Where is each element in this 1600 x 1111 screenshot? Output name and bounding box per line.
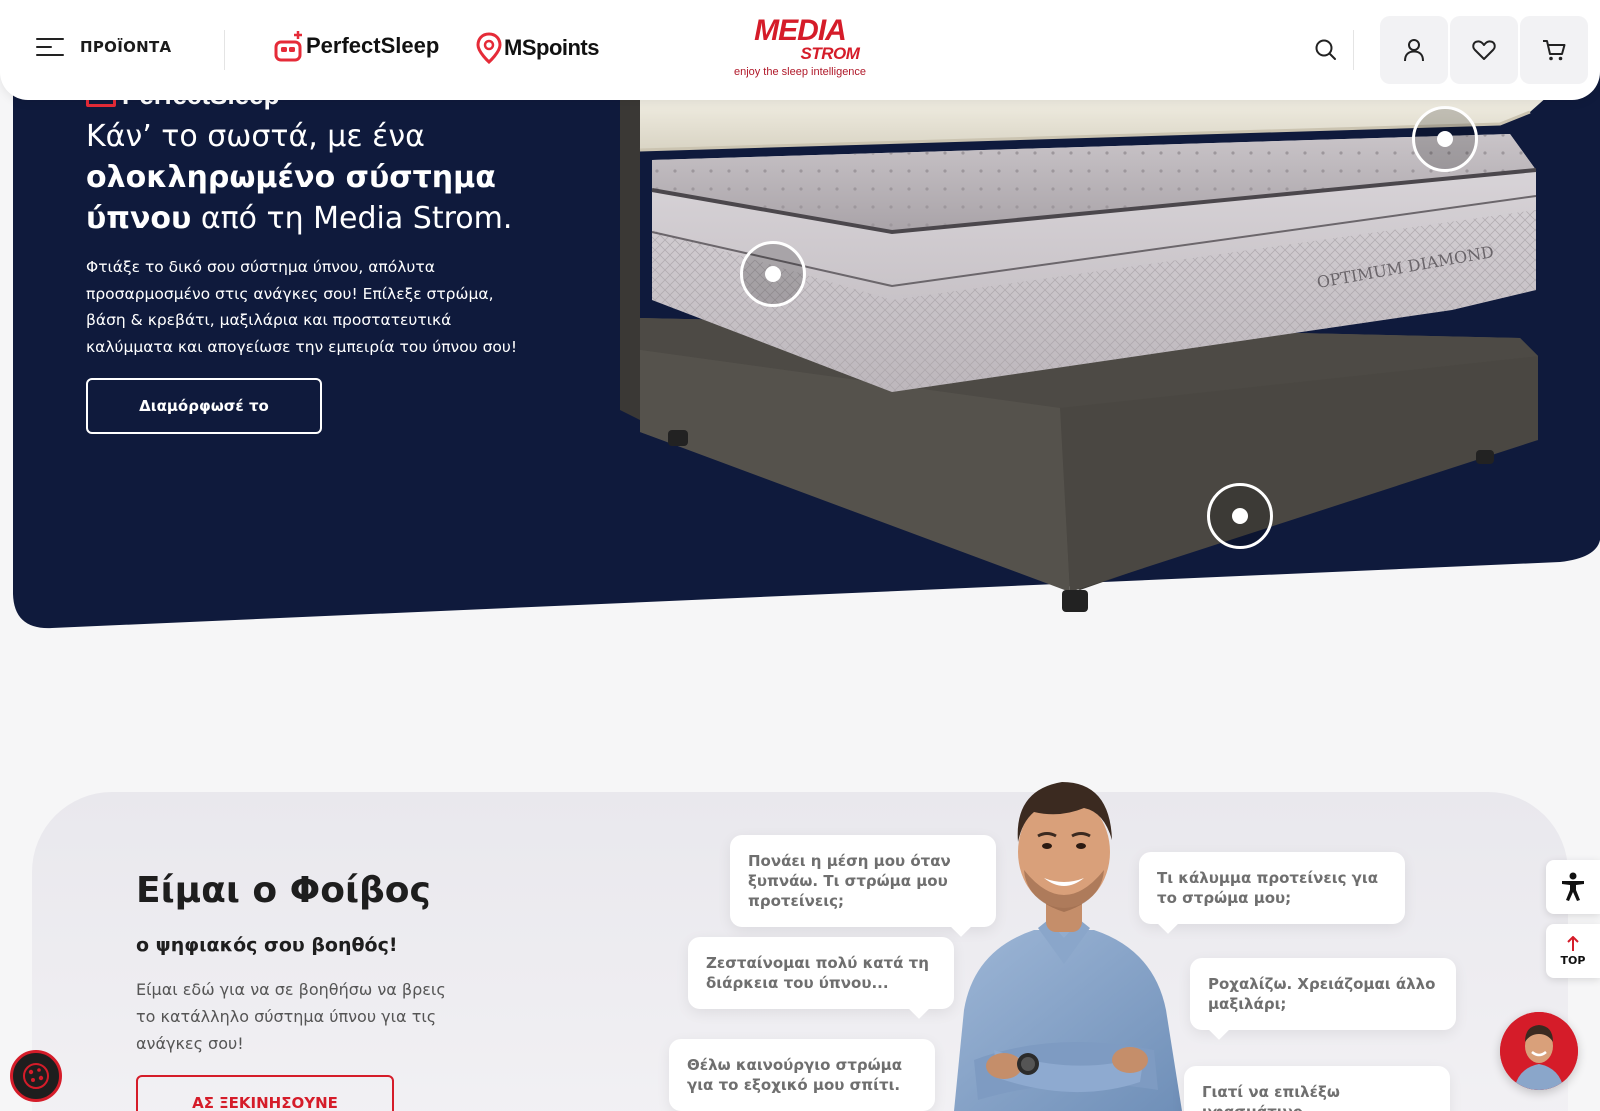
hero-title-line1: Κάν’ το σωστά, με ένα — [86, 119, 425, 154]
mspoints-link[interactable]: MSpoints — [476, 32, 600, 64]
site-header: ΠΡΟΪΟΝΤΑ PerfectSleep MSpoints MEDIA STR… — [0, 0, 1600, 100]
wishlist-button[interactable] — [1450, 16, 1518, 84]
assistant-description: Είμαι εδώ για να σε βοηθήσω να βρεις το … — [136, 980, 446, 1053]
configure-button[interactable]: Διαμόρφωσέ το — [86, 378, 322, 434]
perfectsleep-link[interactable]: PerfectSleep — [274, 30, 439, 62]
cookie-settings-button[interactable] — [10, 1050, 62, 1102]
logo-media: MEDIA — [754, 14, 847, 47]
back-to-top-button[interactable]: TOP — [1546, 924, 1600, 978]
user-icon — [1404, 39, 1424, 62]
question-bubble[interactable]: Τι κάλυμμα προτείνεις για το στρώμα μου; — [1139, 852, 1405, 924]
hotspot-base[interactable] — [1207, 483, 1273, 549]
logo-strom: STROM — [800, 44, 860, 63]
assistant-avatar-figure — [954, 782, 1182, 1111]
location-pin-icon — [476, 32, 502, 64]
hotspot-topper[interactable] — [1412, 106, 1478, 172]
perfectsleep-bed-icon — [274, 31, 302, 62]
search-button[interactable] — [1312, 36, 1340, 64]
header-divider — [224, 30, 225, 70]
assistant-chat-button[interactable] — [1500, 1012, 1578, 1090]
question-bubble[interactable]: Πονάει η μέση μου όταν ξυπνάω. Τι στρώμα… — [730, 835, 996, 927]
assistant-title: Είμαι ο Φοίβος — [136, 870, 431, 911]
hero-title: Κάν’ το σωστά, με ένα ολοκληρωμένο σύστη… — [86, 116, 556, 239]
account-button[interactable] — [1380, 16, 1448, 84]
products-menu-label: ΠΡΟΪΟΝΤΑ — [80, 38, 172, 56]
question-bubble[interactable]: Γιατί να επιλέξω υφασμάτινο — [1184, 1066, 1450, 1111]
accessibility-button[interactable] — [1546, 860, 1600, 914]
arrow-up-icon — [1567, 935, 1579, 951]
assistant-avatar-icon — [1500, 1012, 1578, 1090]
media-strom-logo[interactable]: MEDIA STROM enjoy the sleep intelligence — [728, 16, 872, 82]
question-bubble[interactable]: Ροχαλίζω. Χρειάζομαι άλλο μαξιλάρι; — [1190, 958, 1456, 1030]
hero-title-rest: από τη Media Strom. — [191, 201, 513, 236]
question-bubble[interactable]: Ζεσταίνομαι πολύ κατά τη διάρκεια του ύπ… — [688, 937, 954, 1009]
cookie-icon — [23, 1063, 49, 1089]
mspoints-points: points — [536, 35, 600, 60]
mspoints-ms: MS — [504, 35, 537, 60]
heart-icon — [1472, 40, 1496, 60]
logo-tagline: enjoy the sleep intelligence — [733, 66, 867, 78]
hamburger-icon — [36, 36, 64, 58]
start-assistant-button[interactable]: ΑΣ ΞΕΚΙΝΗΣΟΥΝΕ — [136, 1075, 394, 1111]
hotspot-mattress[interactable] — [740, 241, 806, 307]
cart-icon — [1543, 40, 1566, 61]
back-to-top-label: TOP — [1560, 953, 1586, 967]
accessibility-icon — [1562, 872, 1584, 901]
question-bubble[interactable]: Θέλω καινούργιο στρώμα για το εξοχικό μο… — [669, 1039, 935, 1111]
assistant-subtitle: ο ψηφιακός σου βοηθός! — [136, 934, 398, 956]
products-menu-button[interactable]: ΠΡΟΪΟΝΤΑ — [36, 36, 171, 58]
hero-description: Φτιάξε το δικό σου σύστημα ύπνου, απόλυτ… — [86, 258, 518, 356]
cart-button[interactable] — [1520, 16, 1588, 84]
search-icon — [1315, 39, 1336, 60]
header-divider-right — [1353, 30, 1354, 70]
perfectsleep-label: PerfectSleep — [306, 33, 440, 58]
